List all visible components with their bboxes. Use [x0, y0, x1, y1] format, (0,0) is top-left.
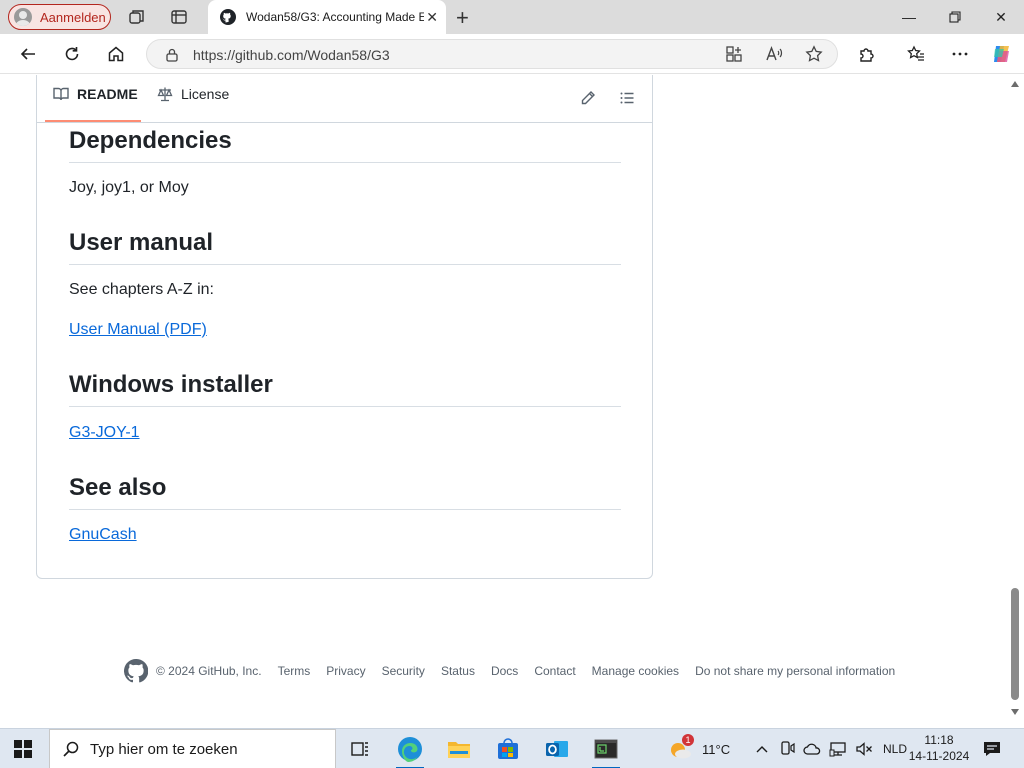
refresh-icon[interactable]	[61, 43, 83, 65]
scale-icon	[157, 86, 173, 102]
extensions-icon[interactable]	[856, 43, 878, 65]
tab-title: Wodan58/G3: Accounting Made E	[246, 10, 424, 24]
tab-license[interactable]: License	[157, 86, 229, 102]
active-tab-underline	[45, 120, 141, 122]
see-also-link-block: GnuCash	[69, 526, 621, 544]
installer-link[interactable]: G3-JOY-1	[69, 424, 140, 441]
close-window-icon[interactable]: ✕	[978, 0, 1024, 34]
footer-copyright: © 2024 GitHub, Inc.	[156, 664, 262, 678]
outline-list-icon[interactable]	[619, 90, 635, 111]
tab-readme-label: README	[77, 86, 138, 102]
search-placeholder: Typ hier om te zoeken	[90, 740, 238, 758]
app-available-icon[interactable]	[723, 43, 745, 65]
scroll-up-icon[interactable]	[1011, 81, 1019, 87]
readme-header: README License	[37, 75, 652, 123]
dependencies-text-block: Joy, joy1, or Moy	[69, 179, 621, 197]
active-tab[interactable]: Wodan58/G3: Accounting Made E ✕	[208, 0, 446, 34]
footer-link-contact[interactable]: Contact	[534, 664, 575, 678]
read-aloud-icon[interactable]	[763, 43, 785, 65]
tab-close-icon[interactable]: ✕	[426, 9, 438, 26]
section-see-also: See also	[69, 474, 621, 510]
browser-tab-strip: Aanmelden Wodan58/G3: Accounting Made E …	[0, 0, 1024, 34]
weather-widget[interactable]: 1 11°C	[668, 729, 730, 768]
notifications-icon[interactable]	[974, 729, 1010, 768]
footer-link-do-not-share[interactable]: Do not share my personal information	[695, 664, 895, 678]
vertical-scrollbar[interactable]	[1007, 75, 1024, 725]
microsoft-store-icon[interactable]	[484, 729, 532, 768]
user-manual-link-block: User Manual (PDF)	[69, 321, 621, 339]
tab-readme[interactable]: README	[53, 86, 138, 102]
weather-badge: 1	[682, 734, 694, 746]
user-manual-text: See chapters A-Z in:	[69, 281, 214, 298]
installer-link-block: G3-JOY-1	[69, 424, 621, 442]
minimize-icon[interactable]: —	[886, 0, 932, 34]
scroll-down-icon[interactable]	[1011, 709, 1019, 715]
new-tab-icon[interactable]: +	[456, 5, 469, 31]
restore-icon[interactable]	[932, 0, 978, 34]
windows-taskbar: Typ hier om te zoeken 1 11°C NLD 11:18 1…	[0, 728, 1024, 768]
copilot-icon[interactable]	[991, 43, 1013, 65]
back-icon[interactable]	[17, 43, 39, 65]
gnucash-link[interactable]: GnuCash	[69, 526, 137, 543]
outlook-icon[interactable]	[533, 729, 581, 768]
onedrive-cloud-icon[interactable]	[803, 742, 821, 756]
dependencies-text: Joy, joy1, or Moy	[69, 179, 189, 196]
page-viewport: README License Dependencies Joy, joy1, o…	[0, 75, 1007, 725]
vertical-tabs-icon[interactable]	[169, 7, 189, 27]
section-dependencies: Dependencies	[69, 127, 621, 163]
tab-license-label: License	[181, 86, 230, 102]
footer-link-privacy[interactable]: Privacy	[326, 664, 365, 678]
footer-link-status[interactable]: Status	[441, 664, 475, 678]
readme-box: README License Dependencies Joy, joy1, o…	[36, 75, 653, 579]
file-explorer-icon[interactable]	[435, 729, 483, 768]
task-view-icon[interactable]	[336, 729, 384, 768]
tray-icons: NLD	[755, 729, 907, 768]
footer-link-docs[interactable]: Docs	[491, 664, 518, 678]
clock[interactable]: 11:18 14-11-2024	[900, 732, 978, 764]
terminal-app-icon[interactable]	[582, 729, 630, 768]
more-options-icon[interactable]	[949, 43, 971, 65]
edit-pencil-icon[interactable]	[580, 90, 596, 111]
profile-button[interactable]: Aanmelden	[8, 4, 111, 30]
footer-link-terms[interactable]: Terms	[278, 664, 311, 678]
user-manual-text-block: See chapters A-Z in:	[69, 281, 621, 299]
heading-windows-installer: Windows installer	[69, 371, 621, 407]
network-icon[interactable]	[829, 741, 847, 757]
workspaces-icon[interactable]	[127, 7, 147, 27]
weather-temp: 11°C	[702, 741, 731, 757]
section-user-manual: User manual	[69, 229, 621, 265]
user-manual-pdf-link[interactable]: User Manual (PDF)	[69, 321, 207, 338]
github-favicon-icon	[220, 9, 236, 25]
heading-see-also: See also	[69, 474, 621, 510]
footer-link-security[interactable]: Security	[382, 664, 425, 678]
browser-toolbar: https://github.com/Wodan58/G3	[0, 34, 1024, 74]
profile-label: Aanmelden	[40, 9, 106, 25]
footer-link-manage-cookies[interactable]: Manage cookies	[592, 664, 679, 678]
search-icon	[62, 740, 80, 758]
edge-browser-icon[interactable]	[386, 729, 434, 768]
favorite-star-icon[interactable]	[803, 43, 825, 65]
taskbar-search-box[interactable]: Typ hier om te zoeken	[49, 729, 336, 768]
weather-sun-icon: 1	[668, 734, 694, 760]
github-footer: © 2024 GitHub, Inc. Terms Privacy Securi…	[124, 659, 904, 683]
favorites-icon[interactable]	[905, 43, 927, 65]
clock-date: 14-11-2024	[908, 749, 970, 763]
windows-start-icon[interactable]	[14, 740, 32, 758]
book-icon	[53, 86, 69, 102]
heading-user-manual: User manual	[69, 229, 621, 265]
scroll-thumb[interactable]	[1011, 588, 1019, 700]
volume-muted-icon[interactable]	[855, 741, 873, 757]
show-hidden-icons-icon[interactable]	[755, 742, 769, 756]
heading-dependencies: Dependencies	[69, 127, 621, 163]
meet-now-icon[interactable]	[779, 741, 795, 757]
avatar-icon	[14, 8, 32, 26]
home-icon[interactable]	[105, 43, 127, 65]
github-logo-icon[interactable]	[124, 659, 148, 683]
section-windows-installer: Windows installer	[69, 371, 621, 407]
clock-time: 11:18	[924, 733, 954, 747]
url-text: https://github.com/Wodan58/G3	[193, 47, 390, 63]
site-info-icon[interactable]	[165, 48, 179, 67]
